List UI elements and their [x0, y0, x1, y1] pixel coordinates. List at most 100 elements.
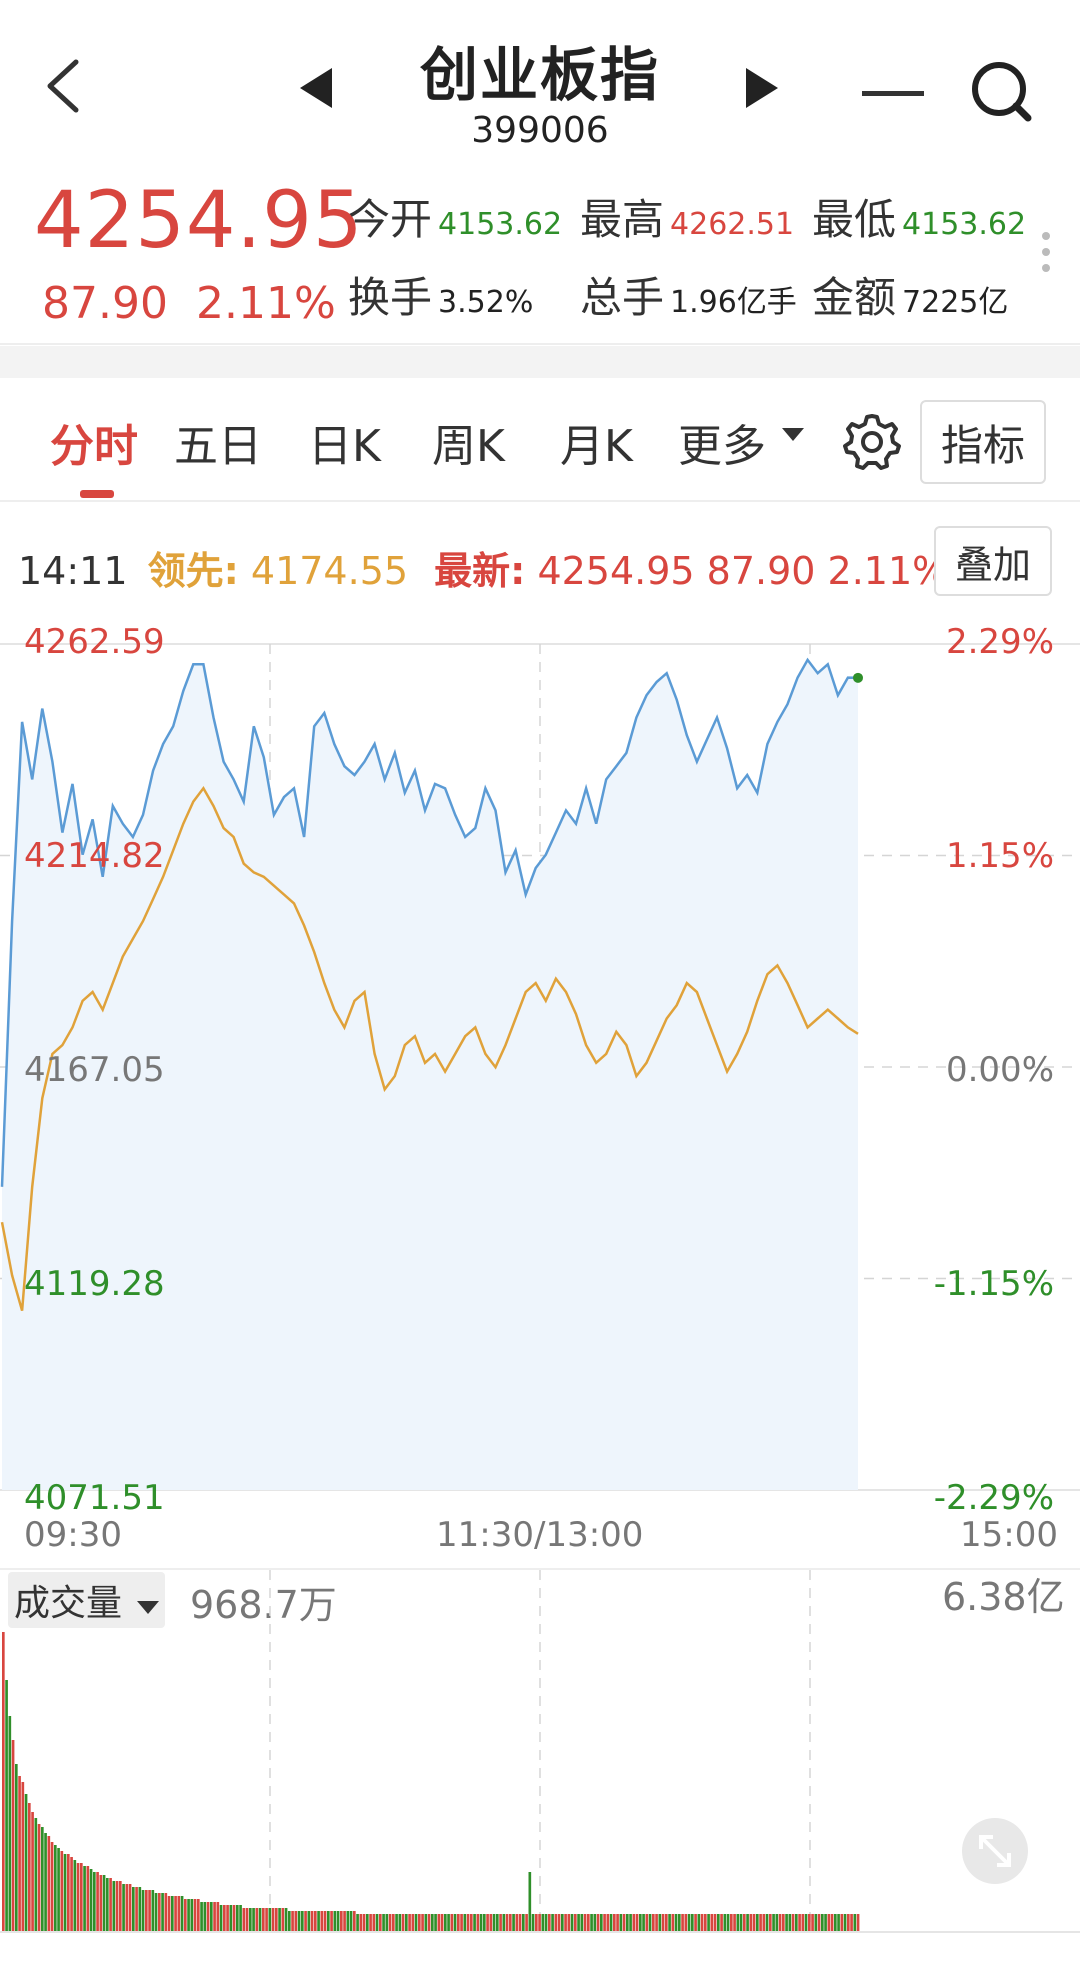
volume-bar: [788, 1914, 792, 1932]
y-label-left: 4119.28: [24, 1264, 165, 1304]
volume-bar: [512, 1914, 515, 1932]
tab-0[interactable]: 分时: [50, 410, 138, 474]
volume-chart: [0, 1570, 1080, 1933]
volume-bar: [284, 1908, 288, 1932]
volume-bar: [756, 1914, 759, 1932]
volume-bar: [307, 1911, 311, 1932]
volume-bar: [223, 1905, 226, 1932]
volume-bar: [694, 1914, 697, 1932]
stat-label: 总手: [580, 273, 665, 322]
volume-bar: [847, 1914, 850, 1932]
volume-bar: [619, 1914, 623, 1932]
page-title: 创业板指: [419, 41, 660, 109]
volume-bar: [821, 1914, 824, 1932]
info-bar: 14:11 领先: 4174.55 最新: 4254.95 87.90 2.11…: [18, 540, 948, 595]
volume-bar: [31, 1812, 34, 1932]
volume-bar: [723, 1914, 727, 1932]
volume-bar: [843, 1914, 847, 1932]
volume-bar: [522, 1914, 525, 1932]
volume-bar: [421, 1914, 424, 1932]
volume-bar: [109, 1878, 112, 1932]
stat-label: 最低: [812, 195, 897, 244]
volume-bar: [343, 1911, 346, 1932]
volume-bar: [47, 1836, 51, 1932]
volume-bar: [502, 1914, 506, 1932]
volume-bar: [210, 1902, 213, 1932]
volume-bar: [710, 1914, 714, 1932]
next-stock-button[interactable]: [742, 66, 782, 110]
volume-bar: [769, 1914, 772, 1932]
tab-3[interactable]: 周K: [432, 410, 505, 474]
x-label-open: 09:30: [24, 1515, 122, 1555]
volume-bar: [583, 1914, 587, 1932]
more-dots-icon[interactable]: [1040, 230, 1052, 278]
stat-value: 1.96亿手: [670, 285, 797, 320]
volume-bar: [697, 1914, 701, 1932]
volume-bar: [444, 1914, 447, 1932]
volume-bar: [720, 1914, 723, 1932]
volume-bar: [772, 1914, 775, 1932]
volume-bar: [258, 1908, 262, 1932]
volume-bar: [398, 1914, 402, 1932]
volume-bar: [304, 1911, 307, 1932]
expand-button[interactable]: [962, 1818, 1028, 1884]
y-label-right: -1.15%: [933, 1264, 1054, 1304]
expand-icon: [979, 1835, 1011, 1867]
volume-bar: [749, 1914, 753, 1932]
volume-bar: [652, 1914, 655, 1932]
volume-bar: [80, 1863, 83, 1932]
volume-bar: [294, 1911, 298, 1932]
volume-bar: [372, 1914, 376, 1932]
volume-bar: [658, 1914, 662, 1932]
volume-bar: [736, 1914, 740, 1932]
stat-value: 4262.51: [670, 207, 795, 242]
volume-bar: [288, 1911, 291, 1932]
volume-bar: [414, 1914, 418, 1932]
volume-bar: [206, 1902, 210, 1932]
volume-bar: [24, 1794, 28, 1932]
volume-bar: [219, 1905, 223, 1932]
settings-button[interactable]: [842, 410, 902, 470]
menu-button[interactable]: [862, 84, 924, 96]
volume-bar: [460, 1914, 463, 1932]
volume-bar: [135, 1887, 138, 1932]
tab-4[interactable]: 月K: [560, 410, 633, 474]
volume-bar: [314, 1911, 317, 1932]
volume-bar: [466, 1914, 470, 1932]
volume-bar: [167, 1896, 171, 1932]
volume-bar: [362, 1914, 366, 1932]
volume-bar: [349, 1911, 353, 1932]
volume-bar: [496, 1914, 499, 1932]
volume-bar: [795, 1914, 798, 1932]
volume-bar: [177, 1896, 181, 1932]
volume-bar: [782, 1914, 785, 1932]
volume-bar: [11, 1740, 15, 1932]
volume-bar: [249, 1908, 252, 1932]
volume-bar: [541, 1914, 545, 1932]
stat-value: 3.52%: [438, 285, 534, 320]
volume-bar: [687, 1914, 691, 1932]
volume-bar: [577, 1914, 580, 1932]
y-label-right: 2.29%: [945, 622, 1054, 662]
volume-bar: [603, 1914, 606, 1932]
volume-bar: [570, 1914, 574, 1932]
volume-bar: [785, 1914, 788, 1932]
volume-bar: [245, 1908, 249, 1932]
volume-bar: [616, 1914, 619, 1932]
volume-bar: [106, 1878, 109, 1932]
volume-bar: [600, 1914, 603, 1932]
stat-value: 4153.62: [438, 207, 563, 242]
overlay-button[interactable]: 叠加: [934, 526, 1052, 596]
volume-bar: [50, 1842, 54, 1932]
tab-1[interactable]: 五日: [174, 410, 262, 474]
more-dropdown-icon[interactable]: [782, 427, 804, 446]
volume-bar: [853, 1914, 857, 1932]
indicator-button[interactable]: 指标: [920, 400, 1046, 484]
volume-bar: [830, 1914, 834, 1932]
last-price-dot: [853, 672, 863, 683]
search-button[interactable]: [968, 58, 1038, 128]
tab-2[interactable]: 日K: [308, 410, 381, 474]
tab-5[interactable]: 更多: [678, 410, 766, 474]
volume-bar: [648, 1914, 652, 1932]
volume-bar: [824, 1914, 827, 1932]
